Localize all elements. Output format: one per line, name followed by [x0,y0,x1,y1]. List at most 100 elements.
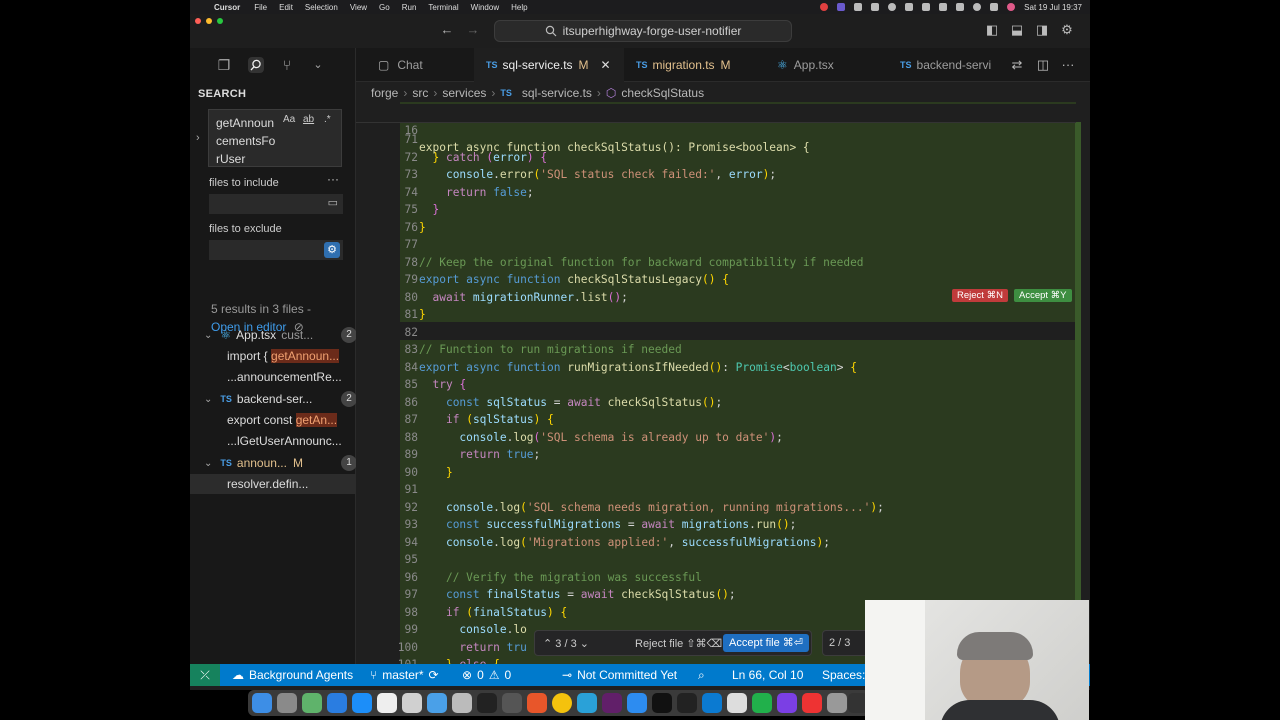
tab-app-tsx[interactable]: ⚛ App.tsx [762,48,886,82]
open-editors-book-icon[interactable]: ▭ [328,196,338,209]
pycharm-icon[interactable] [752,693,772,713]
siri-icon[interactable] [1007,3,1016,11]
more-actions-ellipsis-icon[interactable]: ··· [1061,58,1075,72]
change-counter[interactable]: ⌃ 3 / 3 ⌄ [543,637,589,650]
menu-selection[interactable]: Selection [305,3,338,12]
background-agents-button[interactable]: ☁ Background Agents [232,664,353,686]
close-window-button[interactable] [195,18,201,24]
tray-app-icon[interactable] [888,3,897,11]
code-editor[interactable]: 71 72 } catch (error) { 73 console.error… [356,102,1090,664]
app-store-icon[interactable] [352,693,372,713]
tab-backend-service[interactable]: TS backend-servi [886,48,1004,82]
app-menu[interactable]: Cursor [214,3,240,12]
toggle-details-ellipsis-icon[interactable]: ··· [327,172,339,186]
use-exclude-settings-gear-icon[interactable]: ⚙ [324,242,340,258]
chatgpt-icon[interactable] [652,693,672,713]
tray-app-icon[interactable] [905,3,914,11]
prev-change-icon[interactable]: ⌃ [543,638,552,650]
menu-help[interactable]: Help [511,3,527,12]
menu-terminal[interactable]: Terminal [428,3,458,12]
menu-file[interactable]: File [254,3,267,12]
result-file-row[interactable]: ⌄ TS backend-ser... 2 [190,389,369,409]
command-center-search[interactable]: itsuperhighway-forge-user-notifier [494,20,792,42]
sticky-scroll-header[interactable]: 16 export async function checkSqlStatus(… [356,104,1076,154]
match-case-toggle[interactable]: Aa [283,114,295,125]
breadcrumb-item[interactable]: sql-service.ts [522,86,592,100]
indentation-setting[interactable]: Spaces: [822,664,865,686]
close-tab-icon[interactable]: ✕ [601,58,611,72]
chrome-icon[interactable] [552,693,572,713]
remote-indicator-icon[interactable]: ⤫ [190,664,220,686]
tab-chat[interactable]: ▢ Chat [356,48,474,82]
vscode-icon[interactable] [702,693,722,713]
battery-icon[interactable] [956,3,965,11]
forward-arrow-icon[interactable]: → [466,23,480,37]
screen-share-icon[interactable] [837,3,846,11]
finder-window-icon[interactable] [427,693,447,713]
toggle-panel-icon[interactable]: ⬓ [1010,23,1024,37]
menu-go[interactable]: Go [379,3,390,12]
screen-capture-icon[interactable] [827,693,847,713]
calculator-icon[interactable] [502,693,522,713]
explorer-files-icon[interactable]: ❐ [216,57,232,73]
tab-migration[interactable]: TS migration.ts M [624,48,762,82]
search-input[interactable]: getAnnouncementsForUser Aa ab .* [208,109,342,167]
tab-sql-service[interactable]: TS sql-service.ts M ✕ [474,48,624,82]
problems-indicator[interactable]: ⊗ 0 ⚠ 0 [462,664,511,686]
finder-icon[interactable] [252,693,272,713]
inline-accept-button[interactable]: Accept ⌘Y [1014,289,1072,302]
keyboard-input-icon[interactable] [922,3,931,11]
zoom-search-icon[interactable]: ⌕ [698,664,705,686]
files-to-include-field[interactable]: ▭ [209,194,343,214]
back-arrow-icon[interactable]: ← [440,23,454,37]
safari-icon[interactable] [627,693,647,713]
minimize-window-button[interactable] [206,18,212,24]
split-editor-icon[interactable]: ◫ [1036,58,1050,72]
menu-window[interactable]: Window [471,3,499,12]
system-settings-icon[interactable] [277,693,297,713]
telegram-icon[interactable] [577,693,597,713]
tray-app-icon[interactable] [854,3,863,11]
match-whole-word-toggle[interactable]: ab [303,114,314,125]
use-regex-toggle[interactable]: .* [324,114,331,125]
textedit-icon[interactable] [727,693,747,713]
menu-clock[interactable]: Sat 19 Jul 19:37 [1024,3,1082,12]
breadcrumb-item[interactable]: forge [371,86,398,100]
files-to-exclude-field[interactable]: ⚙ [209,240,343,260]
zoom-window-button[interactable] [217,18,223,24]
tray-app-icon[interactable] [871,3,880,11]
breadcrumb-item[interactable]: src [412,86,428,100]
settings-gear-icon[interactable]: ⚙ [1060,23,1074,37]
inline-reject-button[interactable]: Reject ⌘N [952,289,1008,302]
branch-indicator[interactable]: ⑂ master* ⟳ [370,664,439,686]
control-center-icon[interactable] [990,3,999,11]
compare-changes-icon[interactable]: ⇄ [1010,58,1024,72]
source-control-icon[interactable]: ⑂ [279,57,295,73]
git-blame-indicator[interactable]: ⊸ Not Committed Yet [562,664,677,686]
intellij-icon[interactable] [802,693,822,713]
terminal-icon[interactable] [677,693,697,713]
search-view-icon[interactable] [248,57,264,73]
record-icon[interactable] [820,3,829,11]
rider-icon[interactable] [777,693,797,713]
accept-file-button[interactable]: Accept file ⌘⏎ [723,634,810,652]
result-file-row[interactable]: ⌄ ⚛ App.tsx cust... 2 [190,325,369,345]
breadcrumb-item[interactable]: checkSqlStatus [621,86,704,100]
more-views-chevron-icon[interactable]: ⌄ [310,57,326,73]
mail-icon[interactable] [327,693,347,713]
sketch-app-icon[interactable] [527,693,547,713]
toggle-primary-sidebar-icon[interactable]: ◧ [985,23,999,37]
toggle-replace-chevron-icon[interactable]: › [196,132,200,144]
menu-view[interactable]: View [350,3,367,12]
calendar-icon[interactable] [377,693,397,713]
wifi-icon[interactable] [939,3,948,11]
breadcrumb-item[interactable]: services [442,86,486,100]
preview-icon[interactable] [402,693,422,713]
cursor-position[interactable]: Ln 66, Col 10 [732,664,803,686]
cursor-app-icon[interactable] [477,693,497,713]
next-change-icon[interactable]: ⌄ [580,638,589,650]
sync-icon[interactable]: ⟳ [429,668,439,682]
dock-app-icon[interactable] [452,693,472,713]
toggle-secondary-sidebar-icon[interactable]: ◨ [1035,23,1049,37]
spotlight-search-icon[interactable] [973,3,982,11]
